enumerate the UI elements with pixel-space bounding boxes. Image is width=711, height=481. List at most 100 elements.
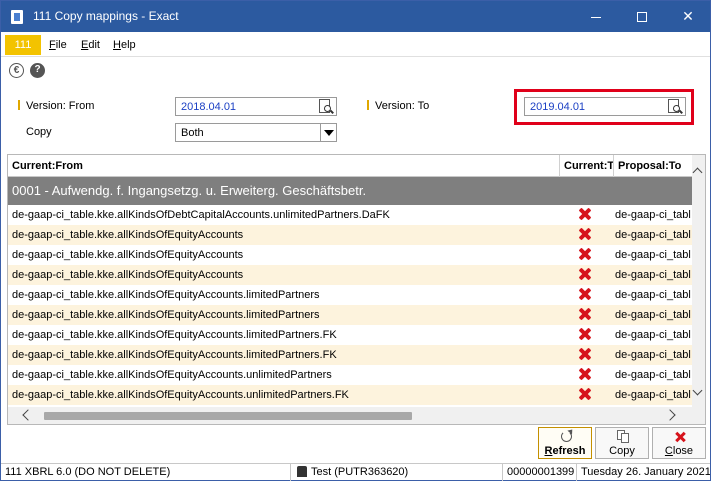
mappings-grid: Current:From Current:To Proposal:To 0001… [7, 154, 706, 425]
cell-current-to [578, 227, 592, 241]
copy-icon [615, 430, 631, 444]
cell-proposal-to: de-gaap-ci_table [615, 289, 691, 301]
column-header-proposal-to[interactable]: Proposal:To [614, 155, 692, 177]
cell-current-from: de-gaap-ci_table.kke.allKindsOfEquityAcc… [12, 309, 320, 321]
menu-help-key: H [113, 39, 121, 51]
required-marker [367, 100, 369, 110]
cell-current-to [578, 307, 592, 321]
column-header-current-to[interactable]: Current:To [560, 155, 614, 177]
cell-proposal-to: de-gaap-ci_table [615, 229, 691, 241]
scroll-down-icon[interactable] [694, 387, 704, 397]
cell-current-from: de-gaap-ci_table.kke.allKindsOfDebtCapit… [12, 209, 390, 221]
table-row[interactable]: de-gaap-ci_table.kke.allKindsOfEquityAcc… [8, 225, 692, 245]
menu-bar: 111 File Edit Help [1, 32, 710, 57]
status-number: 00000001399 [503, 464, 577, 481]
document-icon [11, 10, 23, 24]
highlight-annotation [514, 89, 694, 125]
close-icon: ✕ [682, 8, 694, 24]
cell-proposal-to: de-gaap-ci_table [615, 349, 691, 361]
copy-label: Copy [26, 126, 52, 138]
menu-help-label: elp [120, 39, 136, 51]
status-bar: 111 XBRL 6.0 (DO NOT DELETE) Test (PUTR3… [1, 463, 710, 481]
table-row[interactable]: de-gaap-ci_table.kke.allKindsOfEquityAcc… [8, 245, 692, 265]
copy-button[interactable]: Copy [595, 427, 649, 459]
x-icon [578, 247, 592, 261]
close-button[interactable]: Close [652, 427, 706, 459]
cell-current-to [578, 347, 592, 361]
app-window: 111 Copy mappings - Exact ✕ 111 File Edi… [0, 0, 711, 481]
close-icon [672, 430, 688, 444]
cell-current-to [578, 387, 592, 401]
menu-file[interactable]: File [49, 39, 67, 51]
close-window-button[interactable]: ✕ [665, 1, 711, 32]
scrollbar-thumb[interactable] [44, 412, 412, 420]
x-icon [578, 207, 592, 221]
status-company: 111 XBRL 6.0 (DO NOT DELETE) [1, 464, 291, 481]
x-icon [578, 227, 592, 241]
icon-toolbar: € ? [1, 57, 710, 85]
table-row[interactable]: de-gaap-ci_table.kke.allKindsOfEquityAcc… [8, 365, 692, 385]
table-row[interactable]: de-gaap-ci_table.kke.allKindsOfDebtCapit… [8, 205, 692, 225]
menu-file-label: ile [55, 39, 67, 51]
version-from-value: 2018.04.01 [181, 101, 237, 113]
minimize-button[interactable] [573, 1, 619, 32]
status-user-label: Test (PUTR363620) [311, 466, 409, 478]
cell-current-to [578, 247, 592, 261]
grid-rows: de-gaap-ci_table.kke.allKindsOfDebtCapit… [8, 205, 692, 405]
cell-current-to [578, 267, 592, 281]
cell-proposal-to: de-gaap-ci_table [615, 209, 691, 221]
x-icon [578, 387, 592, 401]
menu-edit-label: dit [88, 39, 100, 51]
minimize-icon [591, 16, 601, 18]
menu-file-key: F [49, 39, 56, 51]
x-icon [578, 287, 592, 301]
company-badge[interactable]: 111 [5, 35, 41, 55]
title-bar: 111 Copy mappings - Exact ✕ [1, 1, 710, 32]
lookup-icon[interactable] [318, 99, 334, 114]
horizontal-scrollbar[interactable] [8, 407, 705, 424]
window-title: 111 Copy mappings - Exact [33, 9, 179, 23]
scroll-left-icon[interactable] [22, 409, 34, 421]
refresh-button-label: Refresh [544, 445, 586, 457]
status-date: Tuesday 26. January 2021 [581, 466, 710, 478]
group-row[interactable]: 0001 - Aufwendg. f. Ingangsetzg. u. Erwe… [8, 177, 692, 205]
table-row[interactable]: de-gaap-ci_table.kke.allKindsOfEquityAcc… [8, 265, 692, 285]
table-row[interactable]: de-gaap-ci_table.kke.allKindsOfEquityAcc… [8, 305, 692, 325]
version-to-label: Version: To [375, 100, 430, 112]
copy-select[interactable]: Both [175, 123, 337, 142]
cell-current-from: de-gaap-ci_table.kke.allKindsOfEquityAcc… [12, 389, 349, 401]
refresh-button[interactable]: Refresh [538, 427, 592, 459]
x-icon [578, 347, 592, 361]
scroll-up-icon[interactable] [694, 167, 704, 177]
cell-current-to [578, 367, 592, 381]
cell-current-from: de-gaap-ci_table.kke.allKindsOfEquityAcc… [12, 269, 244, 281]
column-header-current-from[interactable]: Current:From [8, 155, 560, 177]
x-icon [578, 267, 592, 281]
cell-current-to [578, 207, 592, 221]
cell-proposal-to: de-gaap-ci_table [615, 389, 691, 401]
table-row[interactable]: de-gaap-ci_table.kke.allKindsOfEquityAcc… [8, 285, 692, 305]
cell-current-to [578, 287, 592, 301]
help-icon[interactable]: ? [30, 63, 45, 78]
menu-edit[interactable]: Edit [81, 39, 100, 51]
maximize-button[interactable] [619, 1, 665, 32]
cell-proposal-to: de-gaap-ci_table [615, 269, 691, 281]
menu-help[interactable]: Help [113, 39, 136, 51]
table-row[interactable]: de-gaap-ci_table.kke.allKindsOfEquityAcc… [8, 385, 692, 405]
euro-icon[interactable]: € [9, 63, 24, 78]
table-row[interactable]: de-gaap-ci_table.kke.allKindsOfEquityAcc… [8, 345, 692, 365]
copy-button-label: Copy [609, 445, 635, 457]
copy-select-value: Both [181, 127, 204, 139]
required-marker [18, 100, 20, 110]
x-icon [578, 327, 592, 341]
cell-proposal-to: de-gaap-ci_table [615, 249, 691, 261]
chevron-down-icon[interactable] [320, 124, 336, 141]
cell-proposal-to: de-gaap-ci_table [615, 329, 691, 341]
scroll-right-icon[interactable] [664, 409, 676, 421]
status-user: Test (PUTR363620) [291, 464, 503, 481]
refresh-icon [558, 430, 574, 444]
maximize-icon [637, 12, 647, 23]
version-from-field[interactable]: 2018.04.01 [175, 97, 337, 116]
table-row[interactable]: de-gaap-ci_table.kke.allKindsOfEquityAcc… [8, 325, 692, 345]
vertical-scrollbar[interactable] [692, 155, 705, 407]
